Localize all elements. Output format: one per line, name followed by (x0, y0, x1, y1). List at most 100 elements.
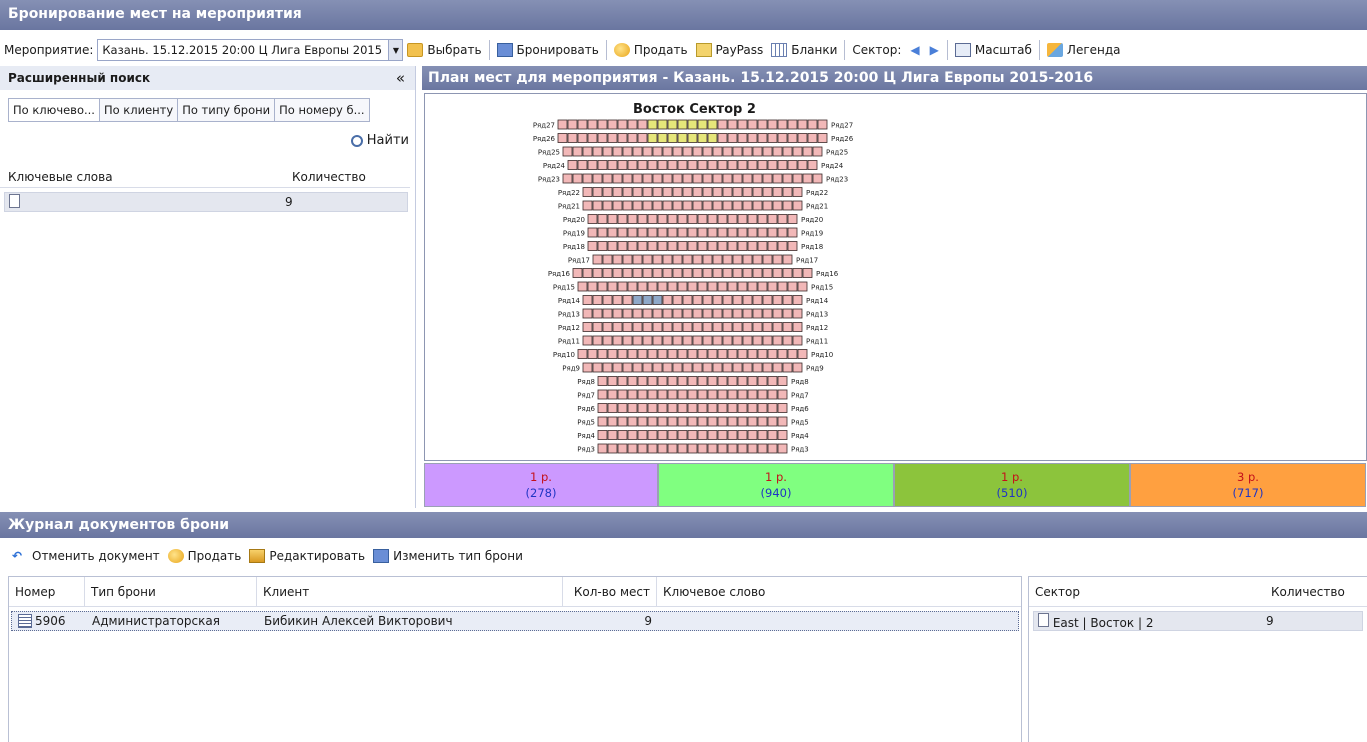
seat[interactable] (657, 389, 668, 400)
seat[interactable] (712, 146, 723, 157)
seat[interactable] (597, 403, 608, 413)
seat[interactable] (727, 443, 738, 454)
sector-row[interactable]: East | Восток | 2 9 (1033, 611, 1363, 631)
seat[interactable] (642, 254, 653, 265)
seat[interactable] (707, 214, 718, 224)
seat[interactable] (792, 146, 803, 157)
column-sector[interactable]: Сектор (1029, 585, 1265, 599)
seat[interactable] (702, 308, 713, 319)
seat[interactable] (772, 268, 783, 278)
seat[interactable] (602, 254, 613, 265)
seat[interactable] (677, 281, 688, 292)
seat[interactable] (577, 119, 588, 130)
seat[interactable] (697, 281, 708, 292)
seat[interactable] (667, 214, 678, 224)
seat[interactable] (652, 254, 663, 265)
seat[interactable] (802, 268, 813, 278)
seat[interactable] (747, 160, 758, 170)
seat[interactable] (697, 227, 708, 238)
column-seat-count[interactable]: Кол-во мест (563, 576, 657, 607)
seat[interactable] (662, 268, 673, 278)
seat[interactable] (652, 335, 663, 346)
seat[interactable] (612, 173, 623, 184)
seat[interactable] (657, 443, 668, 454)
seat[interactable] (752, 146, 763, 157)
seat[interactable] (792, 295, 803, 305)
seat[interactable] (767, 281, 778, 292)
seat[interactable] (742, 187, 753, 197)
seat[interactable] (687, 227, 698, 238)
seat[interactable] (637, 416, 648, 427)
seat[interactable] (647, 389, 658, 400)
seat[interactable] (667, 430, 678, 440)
seat[interactable] (752, 295, 763, 305)
seat[interactable] (667, 119, 678, 130)
column-keywords[interactable]: Ключевые слова (0, 166, 284, 187)
seat[interactable] (797, 349, 808, 359)
seat[interactable] (697, 119, 708, 130)
seat[interactable] (597, 349, 608, 359)
seat[interactable] (682, 322, 693, 332)
seat[interactable] (797, 160, 808, 170)
seat[interactable] (727, 430, 738, 440)
seat[interactable] (782, 187, 793, 197)
seat[interactable] (667, 281, 678, 292)
seat[interactable] (667, 443, 678, 454)
seat[interactable] (707, 349, 718, 359)
seat[interactable] (677, 416, 688, 427)
seat[interactable] (637, 214, 648, 224)
seat[interactable] (602, 295, 613, 305)
seat[interactable] (642, 187, 653, 197)
seat[interactable] (792, 335, 803, 346)
seat[interactable] (782, 335, 793, 346)
seat[interactable] (757, 443, 768, 454)
seat[interactable] (787, 241, 798, 251)
tab-keyword[interactable]: По ключево... (8, 98, 100, 122)
seat[interactable] (682, 308, 693, 319)
price-category[interactable]: 1 р. (940) (658, 463, 894, 507)
seat[interactable] (637, 443, 648, 454)
seat[interactable] (612, 187, 623, 197)
seat[interactable] (632, 146, 643, 157)
seat[interactable] (622, 254, 633, 265)
seat[interactable] (732, 362, 743, 373)
seat[interactable] (597, 133, 608, 143)
seat[interactable] (572, 146, 583, 157)
seat[interactable] (642, 146, 653, 157)
seat-rows[interactable]: Ряд27 Ряд27Ряд26 Ряд26Ряд25 Ряд25Ряд24 Ряд24… (425, 94, 1366, 460)
seat[interactable] (687, 430, 698, 440)
chevron-down-icon[interactable]: ▼ (388, 40, 403, 60)
seat[interactable] (727, 227, 738, 238)
seat[interactable] (637, 241, 648, 251)
seat[interactable] (657, 430, 668, 440)
seat[interactable] (762, 173, 773, 184)
seat[interactable] (787, 119, 798, 130)
seat[interactable] (637, 281, 648, 292)
seat[interactable] (702, 254, 713, 265)
seat[interactable] (742, 362, 753, 373)
seat[interactable] (742, 173, 753, 184)
seat[interactable] (727, 133, 738, 143)
seat[interactable] (672, 268, 683, 278)
seat[interactable] (607, 416, 618, 427)
seat[interactable] (592, 295, 603, 305)
seat[interactable] (777, 443, 788, 454)
seat[interactable] (707, 376, 718, 386)
tab-booking-number[interactable]: По номеру б... (275, 98, 370, 122)
seat[interactable] (607, 241, 618, 251)
seat[interactable] (637, 119, 648, 130)
seat[interactable] (747, 349, 758, 359)
seat[interactable] (762, 254, 773, 265)
seat[interactable] (627, 227, 638, 238)
seat[interactable] (642, 200, 653, 211)
seat[interactable] (592, 187, 603, 197)
seat[interactable] (567, 160, 578, 170)
seat[interactable] (622, 268, 633, 278)
seat[interactable] (752, 308, 763, 319)
seat[interactable] (802, 146, 813, 157)
seat[interactable] (712, 335, 723, 346)
seat[interactable] (627, 443, 638, 454)
seat[interactable] (557, 119, 568, 130)
seat[interactable] (692, 200, 703, 211)
seat[interactable] (717, 376, 728, 386)
